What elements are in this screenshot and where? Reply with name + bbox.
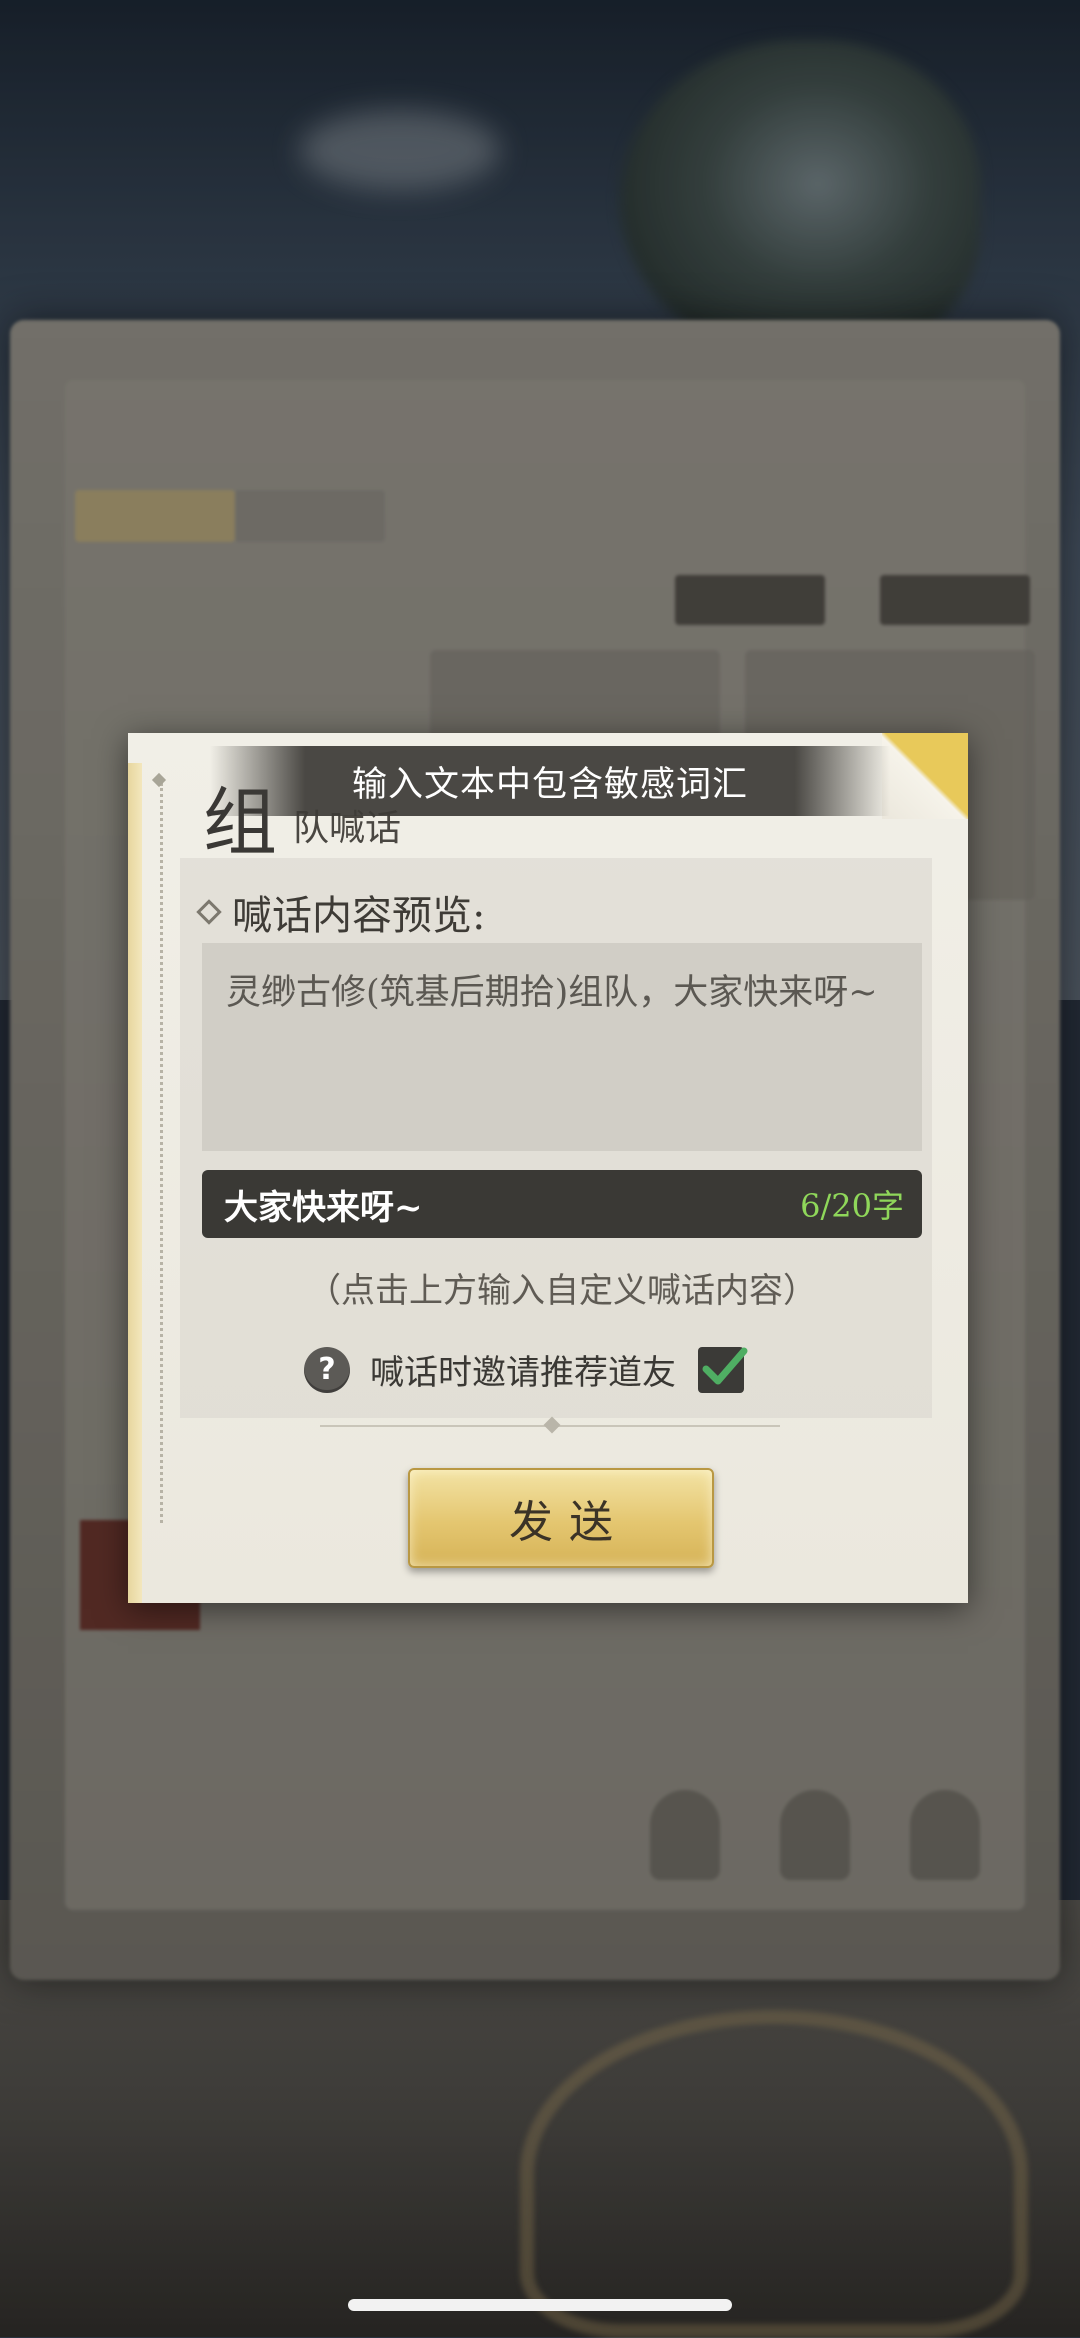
team-shout-dialog: 组 队喊话 喊话内容预览: 灵缈古修(筑基后期拾)组队，大家快来呀~ 大家快来呀… bbox=[128, 733, 968, 1603]
checkbox-check-icon bbox=[702, 1347, 748, 1384]
help-icon[interactable]: ? bbox=[304, 1346, 350, 1393]
preview-label: 喊话内容预览: bbox=[232, 893, 486, 939]
invite-label: 喊话时邀请推荐道友 bbox=[370, 1353, 676, 1393]
diamond-bullet-icon bbox=[196, 899, 222, 925]
dialog-dotted-line bbox=[160, 783, 163, 1523]
sensitive-word-toast: 输入文本中包含敏感词汇 bbox=[210, 746, 890, 816]
invite-option-row: ? 喊话时邀请推荐道友 bbox=[304, 1345, 748, 1394]
corner-fold-icon[interactable] bbox=[882, 733, 968, 819]
diamond-ornament-icon bbox=[151, 772, 167, 788]
invite-checkbox[interactable] bbox=[698, 1346, 748, 1393]
toast-message: 输入文本中包含敏感词汇 bbox=[351, 764, 748, 805]
divider-ornament-icon bbox=[543, 1416, 561, 1434]
send-button-label: 发送 bbox=[509, 1497, 629, 1548]
shout-input-value: 大家快来呀~ bbox=[224, 1187, 423, 1228]
home-indicator[interactable] bbox=[348, 2299, 732, 2311]
preview-header: 喊话内容预览: bbox=[196, 883, 486, 941]
dialog-spine bbox=[128, 763, 142, 1603]
char-count: 6/20字 bbox=[800, 1187, 904, 1225]
send-button[interactable]: 发送 bbox=[408, 1468, 714, 1568]
input-hint: （点击上方输入自定义喊话内容） bbox=[307, 1271, 817, 1311]
preview-text-box: 灵缈古修(筑基后期拾)组队，大家快来呀~ bbox=[202, 943, 922, 1151]
shout-input-field[interactable]: 大家快来呀~ 6/20字 bbox=[202, 1170, 922, 1238]
